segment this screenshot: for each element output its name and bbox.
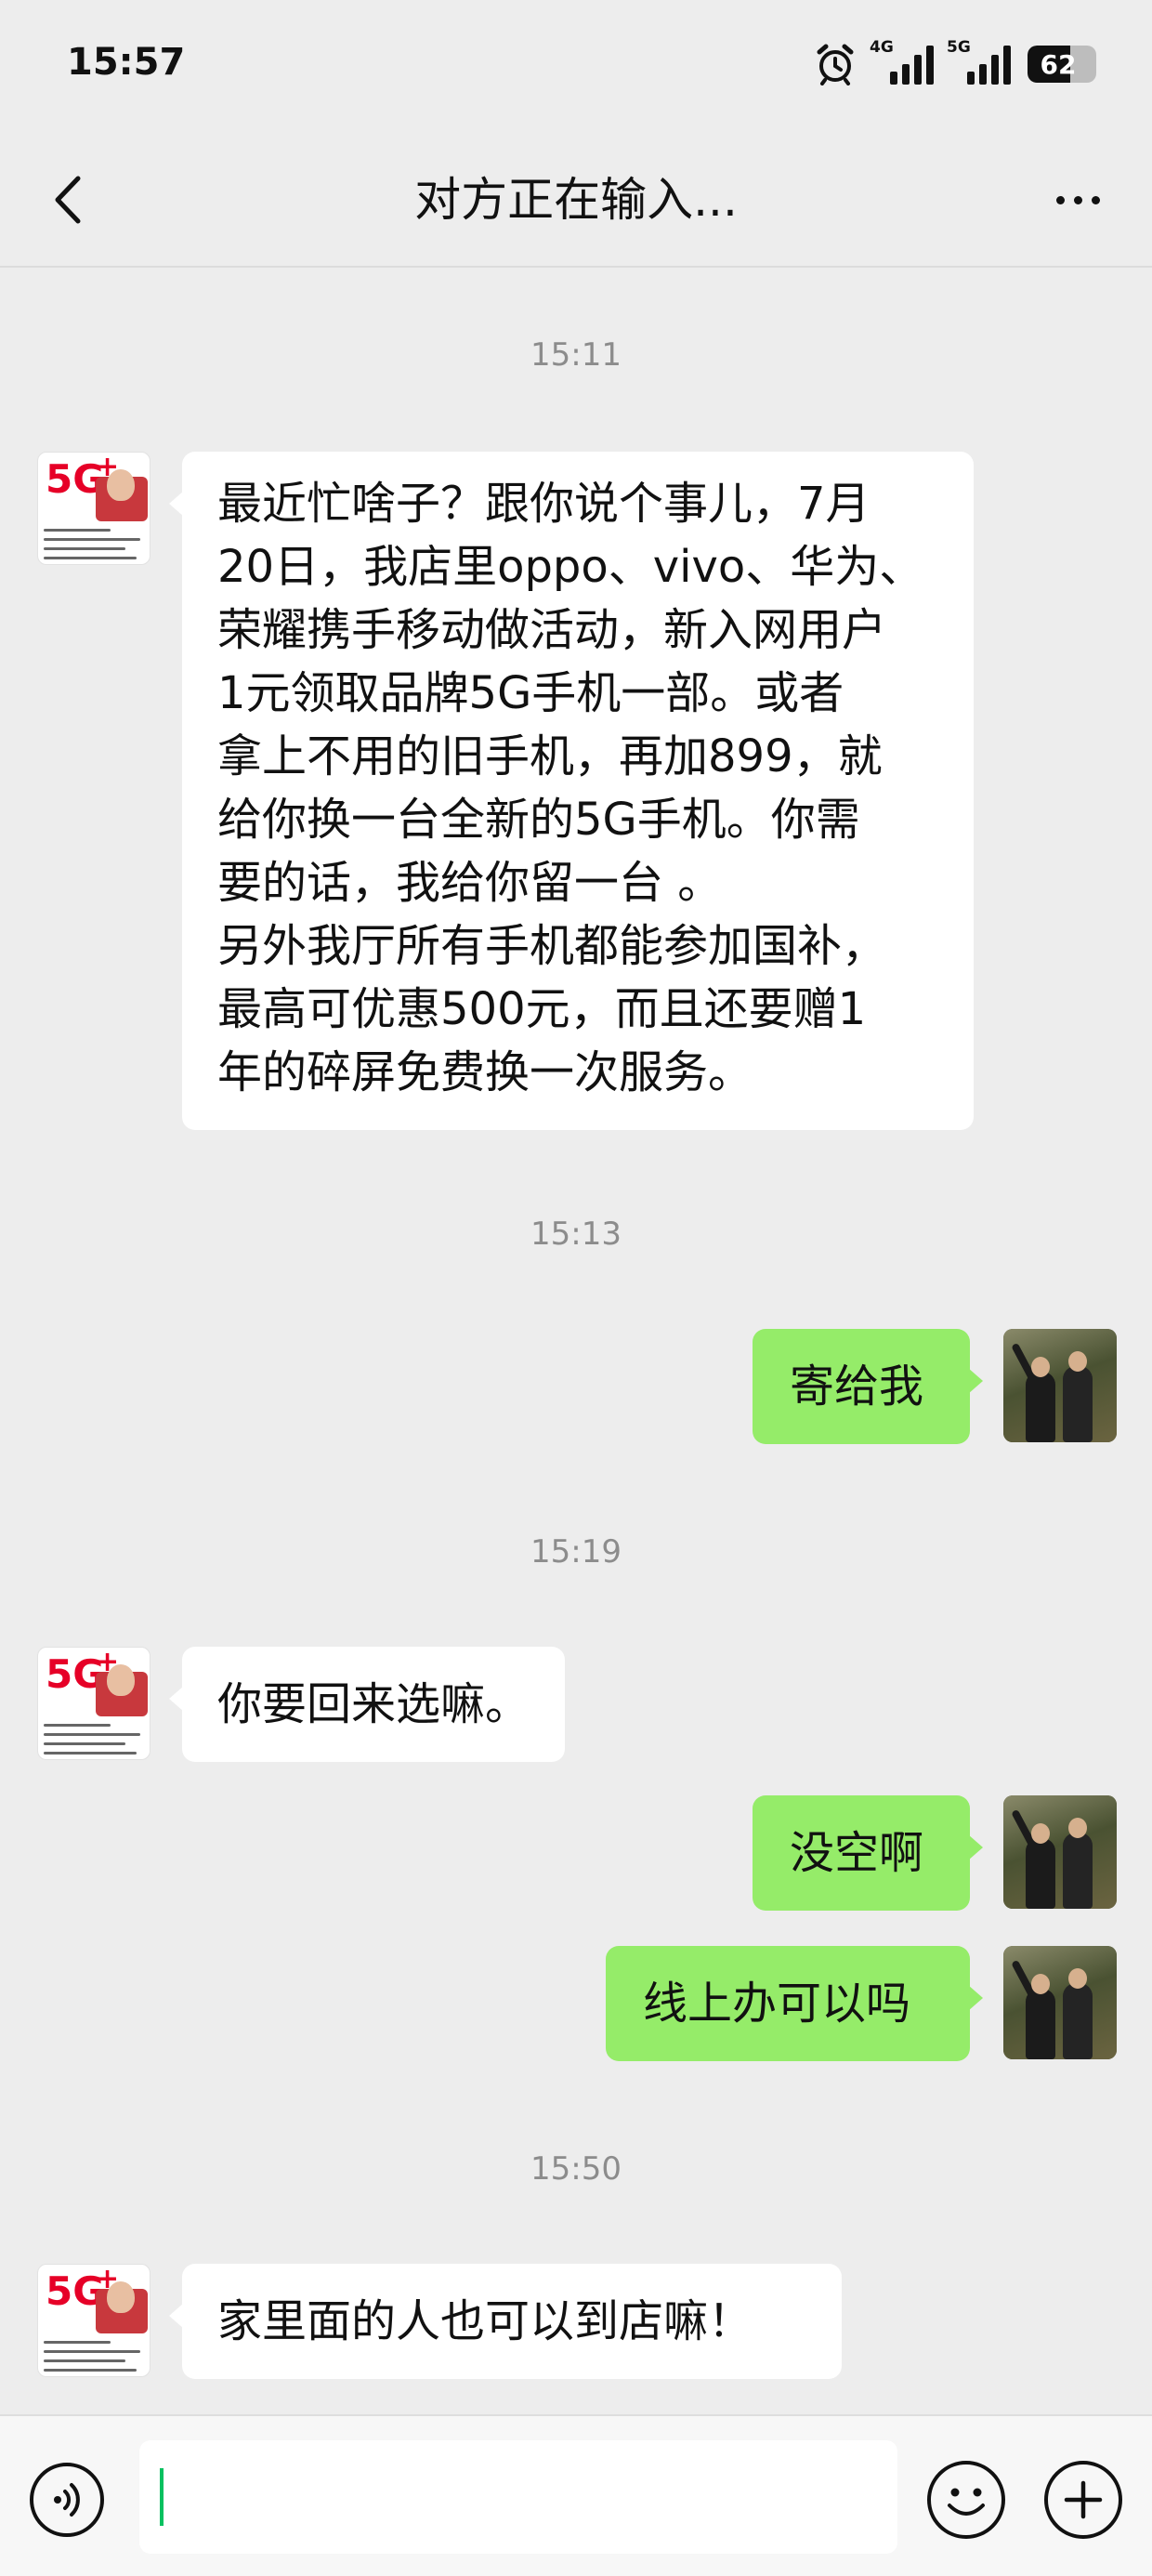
- more-button[interactable]: [1041, 167, 1115, 232]
- message-input[interactable]: [139, 2440, 897, 2554]
- voice-button[interactable]: [30, 2463, 104, 2537]
- message-timestamp: 15:11: [530, 336, 622, 374]
- message-timestamp: 15:50: [530, 2150, 622, 2188]
- incoming-message-bubble[interactable]: 家里面的人也可以到店嘛！: [169, 2264, 842, 2379]
- battery-percent: 62: [1040, 49, 1077, 80]
- alarm-icon: [817, 44, 854, 85]
- outgoing-message-bubble[interactable]: 没空啊: [753, 1795, 983, 1911]
- plus-icon: [1064, 2480, 1103, 2519]
- incoming-message-bubble[interactable]: 你要回来选嘛。: [169, 1647, 565, 1762]
- chat-screen: 15:57 4G 5G 62 对方正在输入... 15:11 5G + 最近忙啥…: [0, 0, 1152, 2576]
- network-4g-label: 4G: [870, 38, 894, 57]
- user-avatar[interactable]: [1003, 1329, 1117, 1442]
- signal-5g-icon: 5G: [947, 38, 1011, 85]
- more-horizontal-icon: [1055, 195, 1065, 204]
- message-timestamp: 15:19: [530, 1533, 622, 1571]
- outgoing-message-bubble[interactable]: 线上办可以吗: [606, 1946, 983, 2061]
- store-avatar[interactable]: 5G +: [37, 452, 151, 565]
- message-list[interactable]: 15:11 5G + 最近忙啥子？跟你说个事儿，7月 20日，我店里oppo、v…: [0, 268, 1152, 2414]
- input-bar: [0, 2414, 1152, 2576]
- text-caret: [160, 2468, 164, 2526]
- store-avatar[interactable]: 5G +: [37, 2264, 151, 2377]
- outgoing-message-bubble[interactable]: 寄给我: [753, 1329, 983, 1444]
- incoming-message-bubble[interactable]: 最近忙啥子？跟你说个事儿，7月 20日，我店里oppo、vivo、华为、 荣耀携…: [169, 452, 974, 1130]
- emoji-button[interactable]: [927, 2461, 1005, 2539]
- status-icons: 4G 5G 62: [814, 38, 1096, 85]
- emoji-icon: [948, 2488, 985, 2516]
- chat-header: 对方正在输入...: [0, 139, 1152, 268]
- voice-icon: [54, 2483, 80, 2517]
- plus-button[interactable]: [1044, 2461, 1122, 2539]
- status-bar: 15:57 4G 5G 62: [0, 0, 1152, 139]
- chat-title: 对方正在输入...: [414, 173, 738, 227]
- battery-icon: 62: [1028, 46, 1096, 83]
- message-timestamp: 15:13: [530, 1216, 622, 1253]
- user-avatar[interactable]: [1003, 1946, 1117, 2059]
- network-5g-label: 5G: [947, 38, 971, 57]
- user-avatar[interactable]: [1003, 1795, 1117, 1909]
- store-avatar[interactable]: 5G +: [37, 1647, 151, 1760]
- signal-4g-icon: 4G: [870, 38, 934, 85]
- status-time: 15:57: [67, 41, 186, 84]
